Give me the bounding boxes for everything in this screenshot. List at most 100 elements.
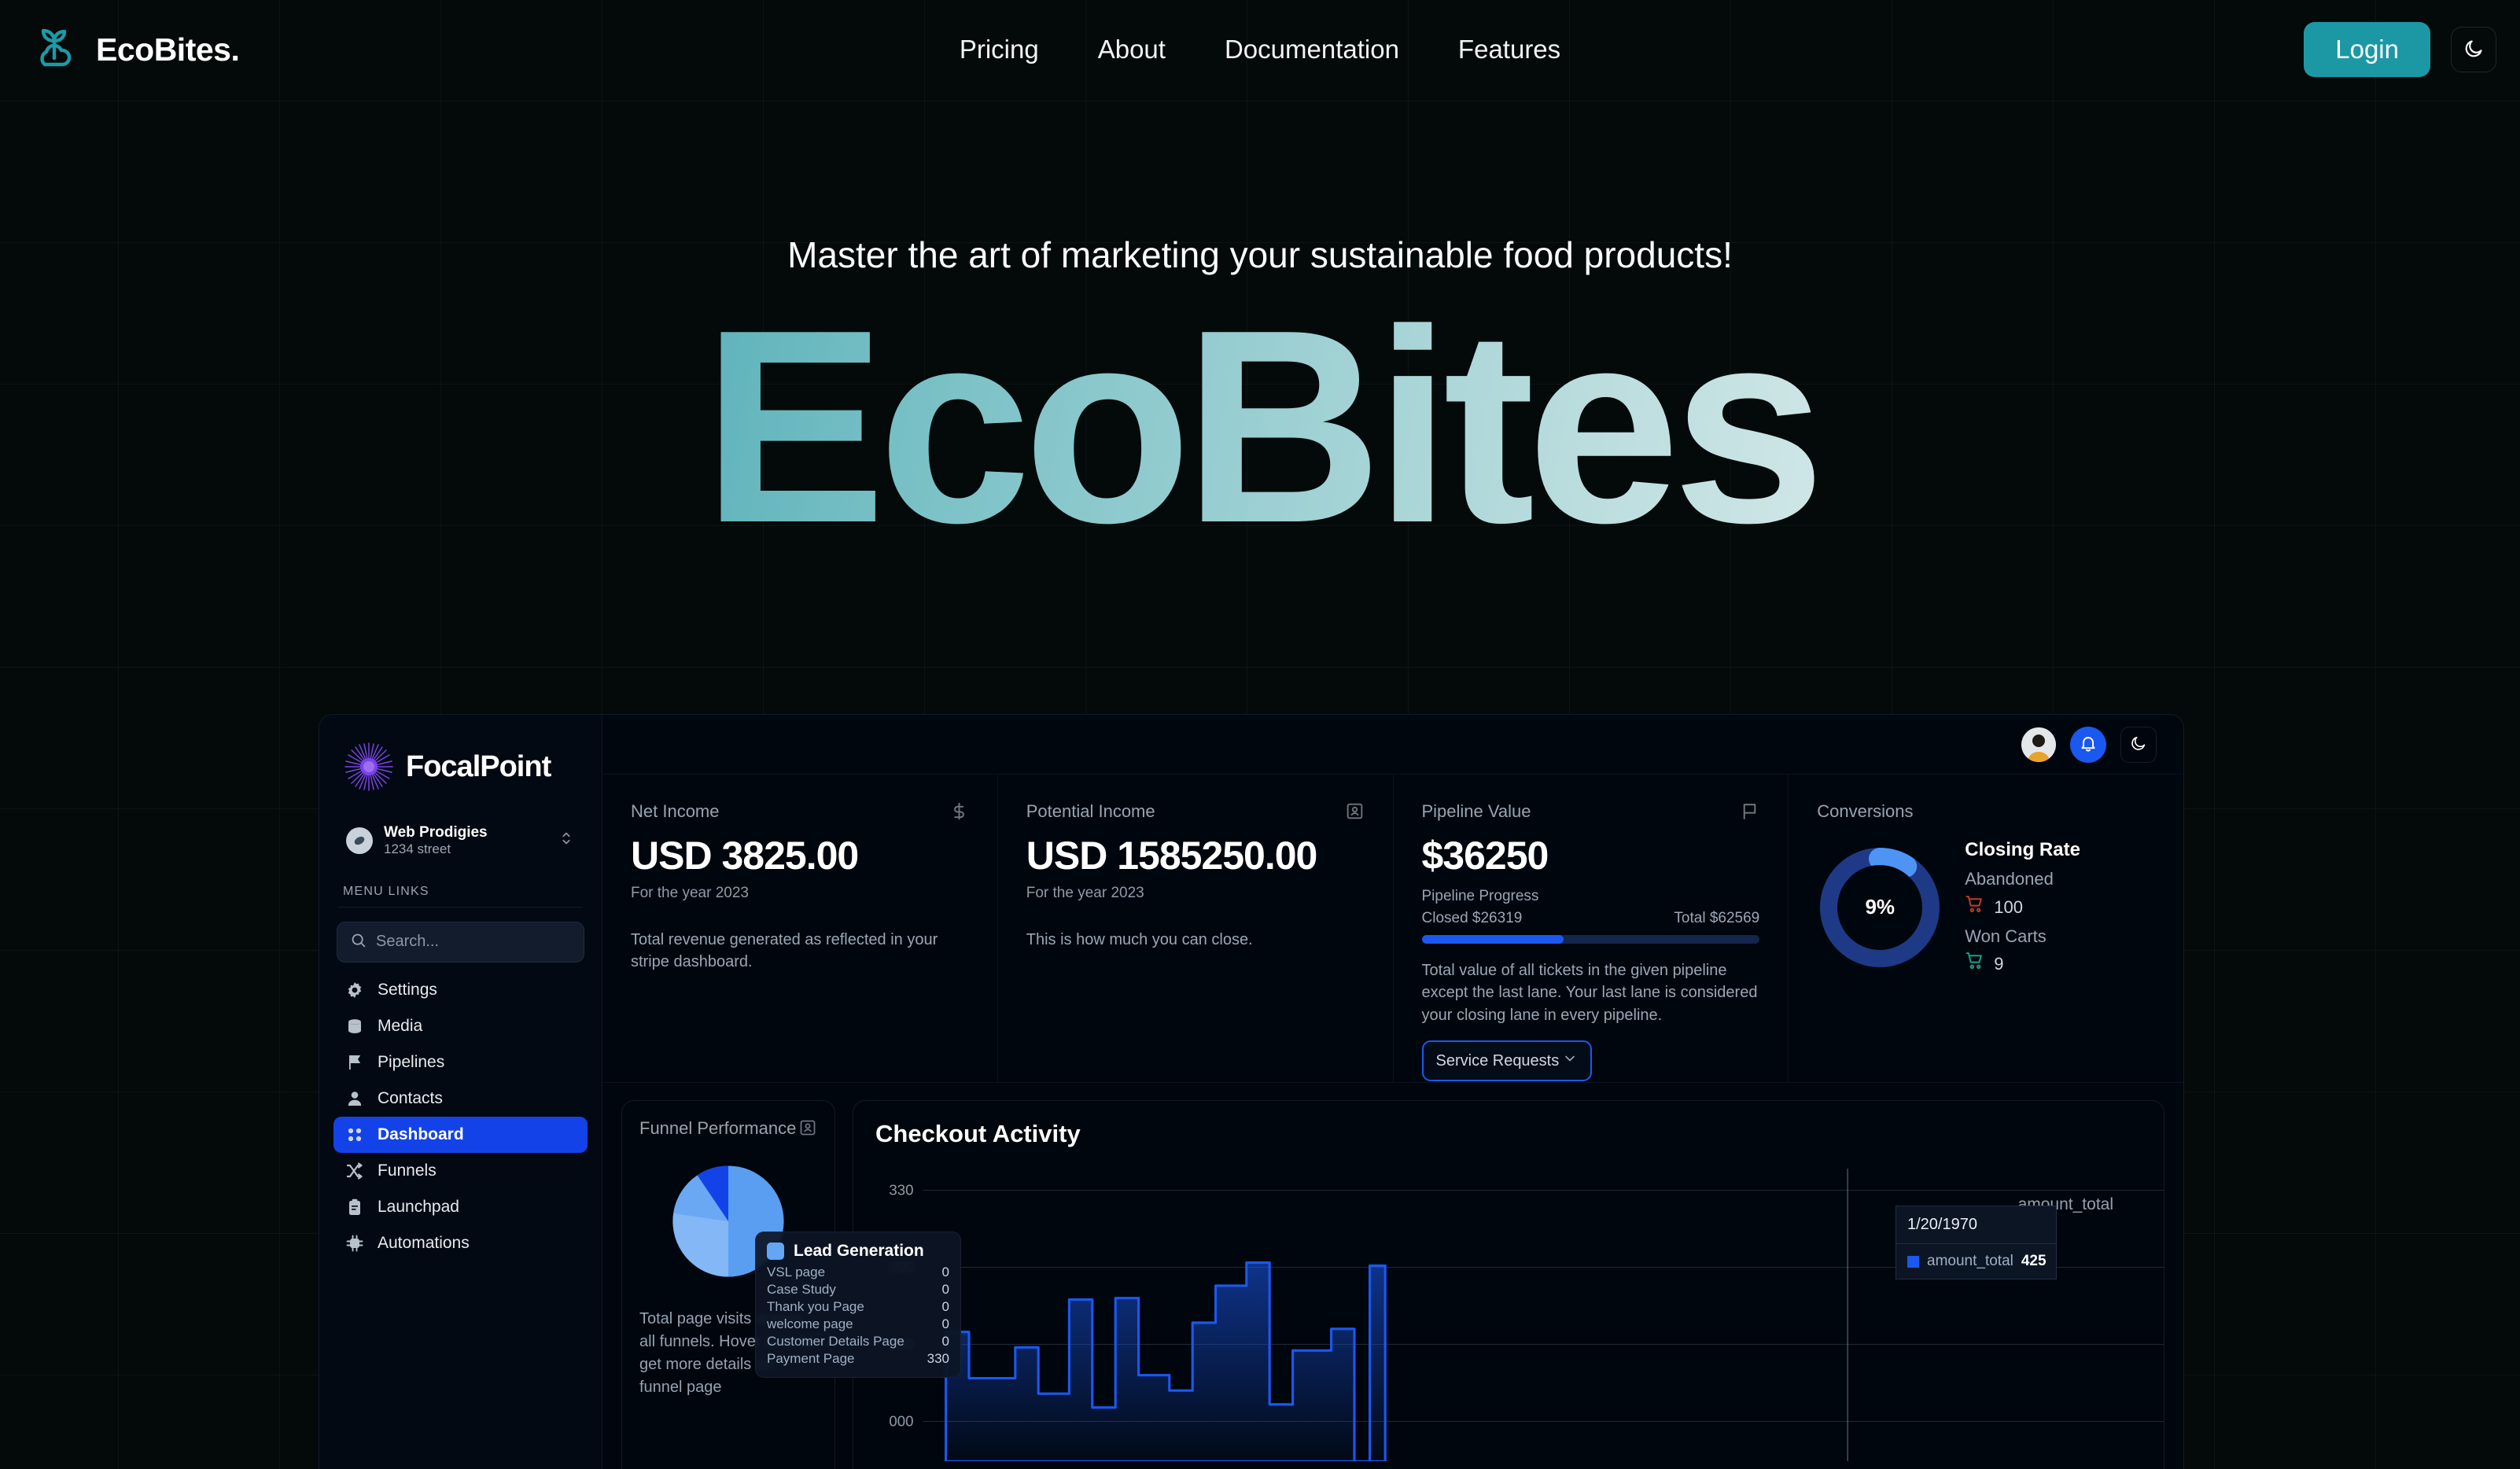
svg-text:000: 000 — [889, 1412, 913, 1429]
theme-toggle-button[interactable] — [2451, 27, 2496, 72]
dashboard-theme-toggle[interactable] — [2120, 726, 2157, 763]
card-title: Potential Income — [1026, 801, 1155, 821]
card-title: Pipeline Value — [1421, 801, 1531, 821]
sprout-cloud-icon — [30, 24, 79, 75]
pipeline-progress-label: Pipeline Progress — [1421, 888, 1539, 904]
sidebar-item-media[interactable]: Media — [333, 1008, 588, 1044]
app-name: FocalPoint — [406, 749, 551, 783]
card-subtitle: For the year 2023 — [631, 885, 749, 901]
cart-teal-icon — [1965, 951, 1984, 977]
tooltip-row-value: 330 — [927, 1351, 949, 1366]
sidebar-item-label: Settings — [378, 980, 437, 999]
pipeline-progress-fill — [1421, 935, 1564, 944]
chart-tooltip-swatch — [1907, 1255, 1919, 1268]
sidebar-menu: Settings Media Pipelines Contacts Dashbo… — [333, 972, 588, 1261]
sidebar-item-label: Media — [378, 1016, 423, 1035]
sidebar-item-funnels[interactable]: Funnels — [333, 1153, 588, 1189]
search-input[interactable] — [376, 933, 571, 952]
sidebar-item-label: Dashboard — [378, 1125, 464, 1143]
net-income-card: Net Income USD 3825.00 For the year 2023… — [602, 775, 998, 1082]
card-value: USD 1585250.00 — [1026, 834, 1318, 878]
nav-links: Pricing About Documentation Features — [952, 28, 1568, 71]
pipeline-select[interactable]: Service Requests — [1421, 1040, 1592, 1082]
workspace-switcher[interactable]: Web Prodigies 1234 street — [337, 817, 584, 864]
dashboard-header — [602, 715, 2183, 775]
chart-tooltip: 1/20/1970 amount_total 425 — [1896, 1206, 2057, 1279]
conversions-donut: 9% — [1817, 845, 1943, 970]
nav-link-pricing[interactable]: Pricing — [952, 28, 1047, 71]
nav-actions: Login — [2304, 22, 2496, 77]
moon-icon — [2130, 734, 2147, 754]
card-value: USD 3825.00 — [631, 834, 859, 878]
tooltip-row-value: 0 — [941, 1282, 949, 1297]
pipeline-select-value: Service Requests — [1435, 1051, 1560, 1070]
chevron-updown-icon — [558, 830, 575, 851]
hero-subtitle: Master the art of marketing your sustain… — [787, 234, 1733, 275]
contact-card-icon — [798, 1118, 817, 1141]
sidebar-item-launchpad[interactable]: Launchpad — [333, 1189, 588, 1225]
notifications-button[interactable] — [2070, 726, 2106, 763]
tooltip-row: Thank you Page 0 — [767, 1298, 949, 1316]
sidebar-item-dashboard[interactable]: Dashboard — [333, 1116, 588, 1153]
card-subtitle: For the year 2023 — [1026, 885, 1144, 901]
tooltip-row-label: VSL page — [767, 1265, 826, 1279]
dollar-icon — [949, 801, 969, 825]
gear-icon — [344, 980, 365, 1000]
dashboard-sidebar: FocalPoint Web Prodigies 1234 street MEN… — [319, 715, 602, 1469]
chart-tooltip-date: 1/20/1970 — [1896, 1206, 2056, 1244]
avatar[interactable] — [2021, 727, 2056, 762]
abandoned-label: Abandoned — [1965, 869, 2054, 889]
nav-link-about[interactable]: About — [1090, 28, 1173, 71]
card-title: Funnel Performance — [639, 1118, 797, 1138]
dashboard-preview: FocalPoint Web Prodigies 1234 street MEN… — [319, 714, 2184, 1469]
tooltip-row: Payment Page 330 — [767, 1350, 949, 1368]
potential-income-card: Potential Income USD 1585250.00 For the … — [998, 775, 1394, 1082]
card-title: Net Income — [631, 801, 720, 821]
brand-logo[interactable]: EcoBites. — [30, 24, 240, 75]
workspace-meta: Web Prodigies 1234 street — [384, 823, 547, 858]
top-navbar: EcoBites. Pricing About Documentation Fe… — [0, 0, 2520, 99]
sidebar-item-label: Funnels — [378, 1161, 437, 1180]
svg-text:330: 330 — [889, 1181, 913, 1198]
login-button[interactable]: Login — [2304, 22, 2430, 77]
sidebar-item-pipelines[interactable]: Pipelines — [333, 1044, 588, 1081]
brand-name: EcoBites. — [96, 31, 240, 68]
sidebar-item-settings[interactable]: Settings — [333, 972, 588, 1008]
chip-icon — [344, 1233, 365, 1254]
abandoned-value: 100 — [1994, 896, 2023, 917]
workspace-address: 1234 street — [384, 841, 451, 857]
shuffle-icon — [344, 1161, 365, 1181]
checkout-activity-card: Checkout Activity amount_total 330 000 — [853, 1100, 2164, 1469]
tooltip-row-label: Thank you Page — [767, 1299, 864, 1314]
pipeline-total: Total $62569 — [1674, 910, 1760, 926]
moon-icon — [2463, 38, 2485, 61]
search-field[interactable] — [337, 921, 584, 963]
flag-icon — [1740, 801, 1759, 825]
sidebar-item-contacts[interactable]: Contacts — [333, 1081, 588, 1117]
sidebar-item-label: Contacts — [378, 1088, 443, 1107]
tooltip-row-label: Payment Page — [767, 1351, 855, 1366]
pipeline-closed: Closed $26319 — [1421, 910, 1523, 926]
starburst-icon — [343, 741, 395, 793]
tooltip-row-value: 0 — [941, 1316, 949, 1331]
nav-link-features[interactable]: Features — [1450, 28, 1568, 71]
nav-link-documentation[interactable]: Documentation — [1217, 28, 1407, 71]
sidebar-item-label: Automations — [378, 1233, 470, 1252]
tooltip-swatch — [767, 1243, 784, 1260]
tooltip-row: Customer Details Page 0 — [767, 1333, 949, 1350]
chart-tooltip-value: 425 — [2021, 1253, 2047, 1269]
flag-icon — [344, 1052, 365, 1073]
card-title: Conversions — [1817, 801, 1914, 821]
tooltip-row: VSL page 0 — [767, 1264, 949, 1281]
sidebar-item-automations[interactable]: Automations — [333, 1225, 588, 1261]
won-carts-stat: 9 — [1965, 951, 2080, 977]
grid-dots-icon — [344, 1125, 365, 1145]
menu-divider — [338, 906, 583, 908]
abandoned-stat: 100 — [1965, 894, 2080, 920]
clipboard-icon — [344, 1197, 365, 1217]
conversions-percent: 9% — [1837, 864, 1923, 950]
sidebar-item-label: Pipelines — [378, 1052, 445, 1071]
funnel-tooltip: Lead Generation VSL page 0 Case Study 0 Th… — [755, 1232, 961, 1378]
person-icon — [344, 1088, 365, 1109]
cart-red-icon — [1965, 894, 1984, 920]
